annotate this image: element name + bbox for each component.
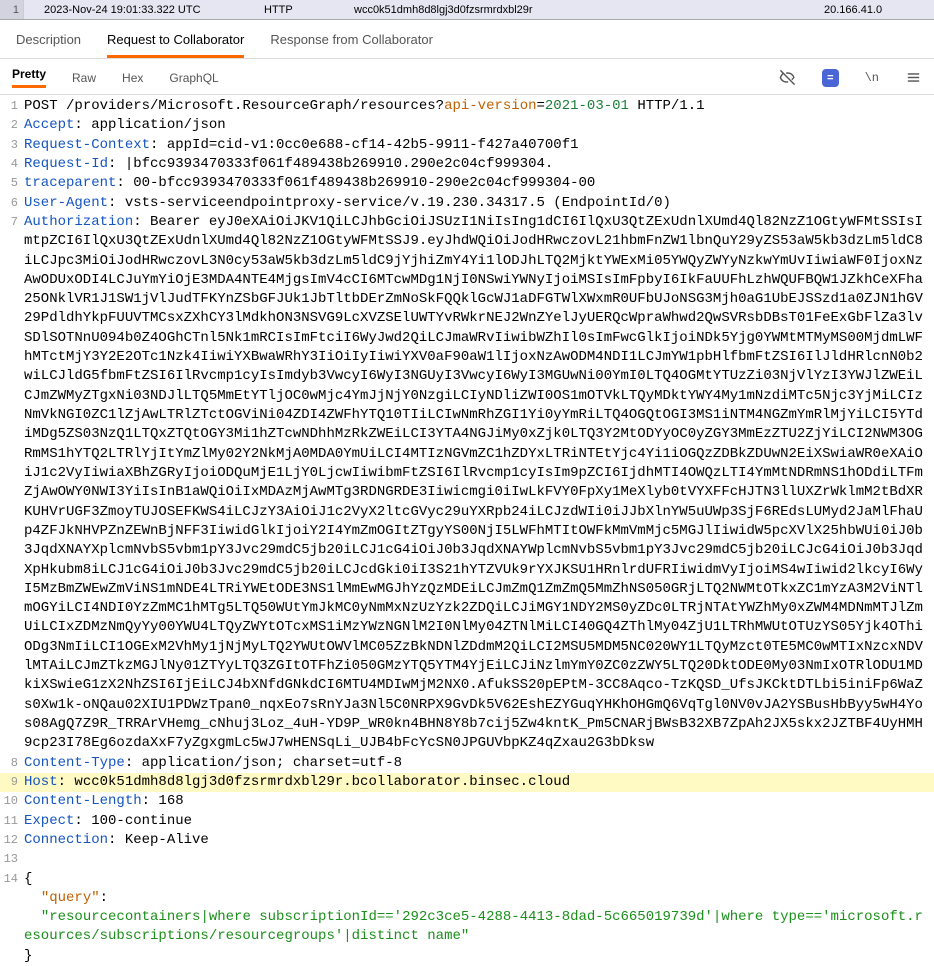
tab-request[interactable]: Request to Collaborator	[107, 32, 244, 58]
viewtab-hex[interactable]: Hex	[122, 71, 143, 85]
row-index: 1	[0, 0, 24, 19]
viewtab-raw[interactable]: Raw	[72, 71, 96, 85]
view-tabs: Pretty Raw Hex GraphQL = \n	[0, 59, 934, 95]
equals-badge[interactable]: =	[822, 69, 838, 87]
tab-description[interactable]: Description	[16, 32, 81, 58]
selected-interaction-row[interactable]: 1 2023-Nov-24 19:01:33.322 UTC HTTP wcc0…	[0, 0, 934, 20]
newline-label[interactable]: \n	[865, 71, 879, 85]
request-body[interactable]: 1POST /providers/Microsoft.ResourceGraph…	[0, 95, 934, 966]
host-header-line: 9Host: wcc0k51dmh8d8lgj3d0fzsrmrdxbl29r.…	[0, 773, 934, 792]
viewtab-graphql[interactable]: GraphQL	[169, 71, 218, 85]
viewtab-pretty[interactable]: Pretty	[12, 67, 46, 88]
menu-icon[interactable]	[905, 69, 922, 86]
row-ip: 20.166.41.0	[824, 4, 934, 16]
detail-tabs: Description Request to Collaborator Resp…	[0, 20, 934, 59]
row-timestamp: 2023-Nov-24 19:01:33.322 UTC	[24, 4, 264, 16]
row-host: wcc0k51dmh8d8lgj3d0fzsrmrdxbl29r	[354, 4, 824, 16]
tab-response[interactable]: Response from Collaborator	[270, 32, 433, 58]
row-protocol: HTTP	[264, 4, 354, 16]
hide-icon[interactable]	[779, 69, 796, 86]
